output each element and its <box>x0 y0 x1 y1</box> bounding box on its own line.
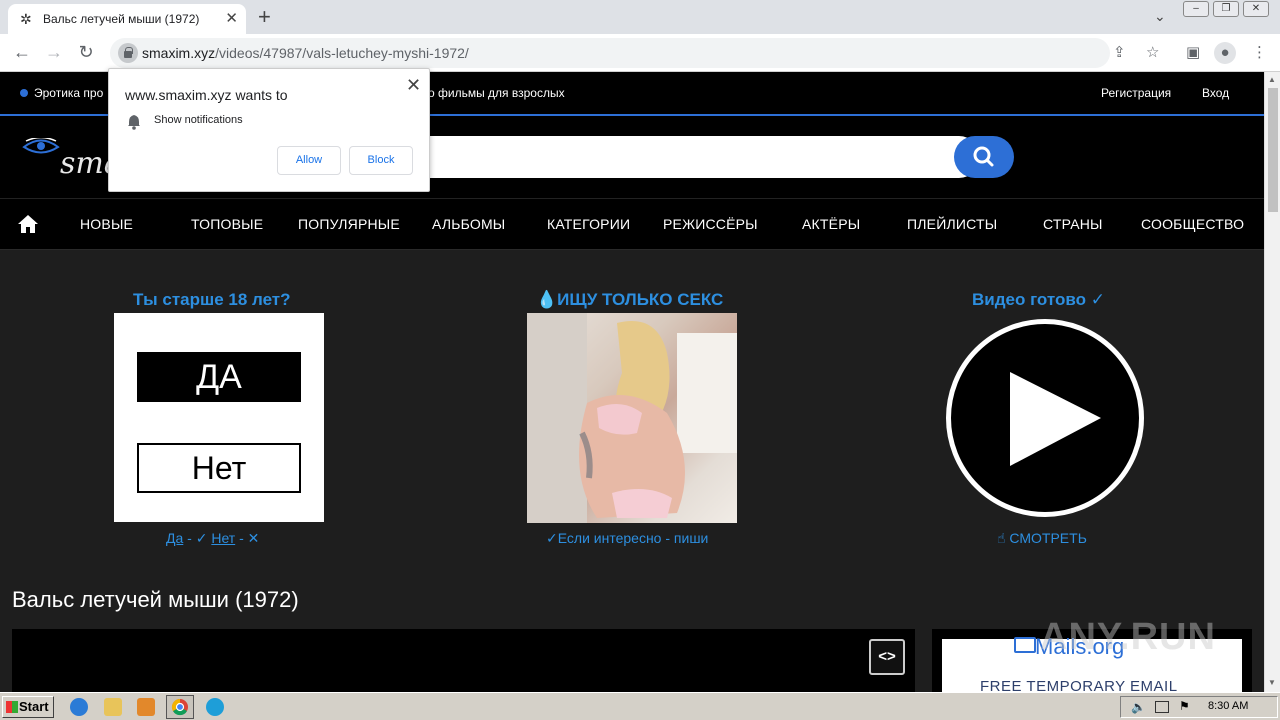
page-scrollbar[interactable]: ▲ ▼ <box>1264 72 1280 692</box>
search-icon <box>973 146 994 167</box>
tab-close-icon[interactable]: ✕ <box>225 9 238 27</box>
promo-title: 💧ИЩУ ТОЛЬКО СЕКС <box>536 290 724 309</box>
popup-close-icon[interactable]: ✕ <box>406 75 421 96</box>
chrome-icon <box>171 698 188 716</box>
block-button[interactable]: Block <box>349 146 413 175</box>
play-icon <box>1010 372 1101 466</box>
notification-permission-popup: www.smaxim.xyz wants to ✕ Show notificat… <box>108 68 430 192</box>
maximize-button[interactable]: ❐ <box>1213 1 1239 17</box>
scroll-up-icon[interactable]: ▲ <box>1268 75 1276 84</box>
mail-envelope-icon <box>1014 637 1036 653</box>
register-link[interactable]: Регистрация <box>1101 86 1171 100</box>
search-input[interactable] <box>420 136 980 178</box>
no-button[interactable]: Нет <box>137 443 301 493</box>
site-tagline-right: о фильмы для взрослых <box>428 86 565 100</box>
popup-message: Show notifications <box>154 114 243 126</box>
anyrun-watermark: ANY.RUN <box>1040 616 1216 658</box>
reload-icon[interactable]: ↻ <box>75 42 97 63</box>
close-window-button[interactable]: ✕ <box>1243 1 1269 17</box>
nav-directors[interactable]: РЕЖИССЁРЫ <box>663 216 758 232</box>
age-check-card[interactable]: ДА Нет <box>114 313 324 522</box>
lock-icon[interactable] <box>118 43 138 63</box>
new-tab-button[interactable]: + <box>258 4 271 30</box>
nav-albums[interactable]: АЛЬБОМЫ <box>432 216 505 232</box>
edge-icon[interactable] <box>206 698 224 716</box>
caption-sep-1: - ✓ <box>183 530 212 546</box>
network-icon[interactable] <box>1155 701 1169 713</box>
share-icon[interactable]: ⇪ <box>1113 43 1126 61</box>
tab-title: Вальс летучей мыши (1972) <box>43 12 200 26</box>
back-arrow-icon[interactable]: ← <box>11 42 33 63</box>
yes-button[interactable]: ДА <box>137 352 301 402</box>
system-tray: 🔈 ⚑ <box>1120 696 1278 718</box>
tab-strip: ✲ Вальс летучей мыши (1972) ✕ + ⌄ – ❐ ✕ <box>0 0 1280 34</box>
ie-icon[interactable] <box>70 698 88 716</box>
watch-caption[interactable]: ☝ СМОТРЕТЬ <box>997 530 1087 547</box>
windows-logo-icon <box>6 701 18 713</box>
home-icon[interactable] <box>17 213 39 235</box>
explorer-folder-icon[interactable] <box>104 698 122 716</box>
bookmark-star-icon[interactable]: ☆ <box>1146 43 1159 61</box>
address-bar[interactable]: smaxim.xyz/videos/47987/vals-letuchey-my… <box>110 38 1110 68</box>
nav-community[interactable]: СООБЩЕСТВО <box>1141 216 1244 232</box>
nav-popular[interactable]: ПОПУЛЯРНЫЕ <box>298 216 400 232</box>
nav-top[interactable]: ТОПОВЫЕ <box>191 216 263 232</box>
minimize-button[interactable]: – <box>1183 1 1209 17</box>
age-caption: Да - ✓ Нет - ✕ <box>166 530 259 547</box>
caption-yes-link[interactable]: Да <box>166 530 183 546</box>
main-nav: НОВЫЕ ТОПОВЫЕ ПОПУЛЯРНЫЕ АЛЬБОМЫ КАТЕГОР… <box>0 198 1264 250</box>
window-controls: – ❐ ✕ <box>1183 1 1275 17</box>
video-ready-title: Видео готово ✓ <box>972 290 1105 309</box>
page-title: Вальс летучей мыши (1972) <box>12 587 299 612</box>
nav-actors[interactable]: АКТЁРЫ <box>802 216 860 232</box>
windows-taskbar: Start 🔈 ⚑ 8:30 AM <box>0 692 1280 720</box>
bell-icon <box>128 115 140 130</box>
side-panel-icon[interactable]: ▣ <box>1186 43 1200 61</box>
forward-arrow-icon[interactable]: → <box>43 42 65 63</box>
url-path: /videos/47987/vals-letuchey-myshi-1972/ <box>215 45 469 61</box>
promo-photo[interactable] <box>527 313 737 523</box>
browser-tab[interactable]: ✲ Вальс летучей мыши (1972) ✕ <box>8 4 246 34</box>
site-tagline-left: Эротика про <box>34 86 104 100</box>
play-button[interactable] <box>946 319 1144 517</box>
start-button[interactable]: Start <box>2 696 54 718</box>
volume-icon[interactable]: 🔈 <box>1131 700 1146 714</box>
nav-playlists[interactable]: ПЛЕЙЛИСТЫ <box>907 216 997 232</box>
bullet-dot <box>20 89 28 97</box>
tab-search-chevron-icon[interactable]: ⌄ <box>1154 8 1166 25</box>
nav-categories[interactable]: КАТЕГОРИИ <box>547 216 630 232</box>
start-label: Start <box>19 699 49 714</box>
main-content: Ты старше 18 лет? ДА Нет Да - ✓ Нет - ✕ … <box>0 251 1264 695</box>
profile-avatar-icon[interactable]: ● <box>1214 42 1236 64</box>
popup-title: www.smaxim.xyz wants to <box>125 87 288 103</box>
promo-caption[interactable]: ✓Если интересно - пиши <box>546 530 708 547</box>
scroll-down-icon[interactable]: ▼ <box>1268 678 1276 687</box>
logo-eye-icon <box>22 138 60 154</box>
url-host: smaxim.xyz <box>142 45 216 61</box>
chrome-taskbar-button[interactable] <box>166 695 194 719</box>
caption-sep-2: - ✕ <box>235 530 260 546</box>
scroll-thumb[interactable] <box>1268 88 1278 212</box>
media-player-icon[interactable] <box>137 698 155 716</box>
url-text[interactable]: smaxim.xyz/videos/47987/vals-letuchey-my… <box>142 45 469 61</box>
age-check-title: Ты старше 18 лет? <box>133 290 291 309</box>
caption-no-link[interactable]: Нет <box>211 530 235 546</box>
flag-icon[interactable]: ⚑ <box>1179 699 1190 713</box>
nav-countries[interactable]: СТРАНЫ <box>1043 216 1103 232</box>
search-button[interactable] <box>954 136 1014 178</box>
menu-kebab-icon[interactable]: ⋮ <box>1252 43 1267 61</box>
browser-toolbar: ← → ↻ smaxim.xyz/videos/47987/vals-letuc… <box>0 34 1280 72</box>
video-player[interactable] <box>12 629 915 692</box>
promo-photo-figure <box>527 313 737 523</box>
nav-new[interactable]: НОВЫЕ <box>80 216 133 232</box>
site-favicon-icon: ✲ <box>20 11 32 27</box>
embed-code-button[interactable]: <> <box>869 639 905 675</box>
login-link[interactable]: Вход <box>1202 86 1229 100</box>
taskbar-clock: 8:30 AM <box>1208 700 1249 712</box>
allow-button[interactable]: Allow <box>277 146 341 175</box>
